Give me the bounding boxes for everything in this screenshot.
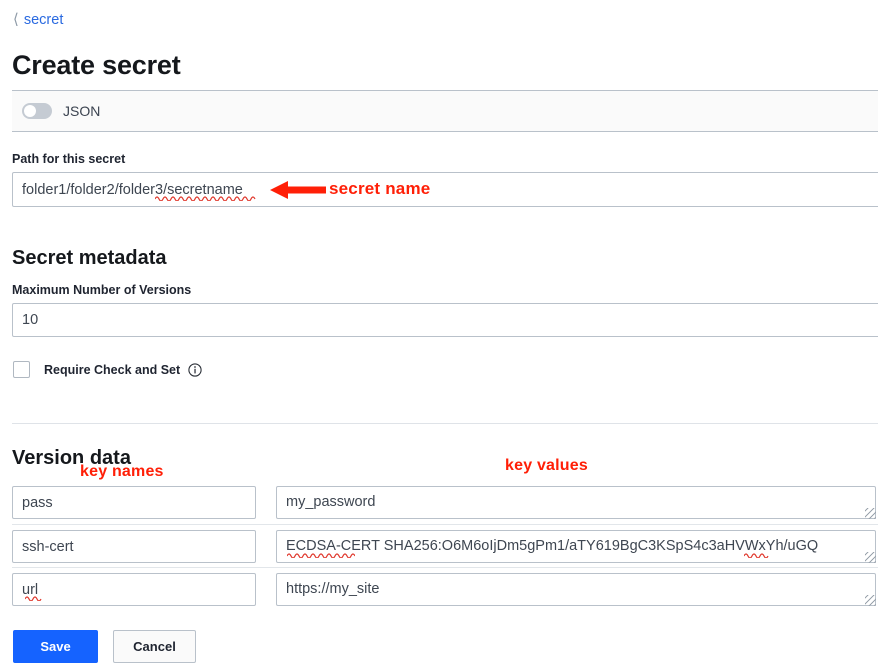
version-key-input[interactable] — [12, 530, 256, 563]
row-separator — [12, 524, 878, 525]
path-field-label: Path for this secret — [12, 152, 126, 166]
require-check-and-set-checkbox[interactable] — [13, 361, 30, 378]
save-button[interactable]: Save — [13, 630, 98, 663]
create-secret-page: ⟨ secret Create secret JSON Path for thi… — [0, 0, 878, 672]
chevron-left-icon: ⟨ — [13, 10, 19, 28]
annotation-secret-name: secret name — [329, 179, 431, 198]
cancel-button[interactable]: Cancel — [113, 630, 196, 663]
max-versions-label: Maximum Number of Versions — [12, 283, 192, 297]
version-value-textarea[interactable] — [276, 530, 876, 563]
breadcrumb-link-secret[interactable]: secret — [24, 12, 64, 28]
secret-metadata-heading: Secret metadata — [12, 247, 167, 269]
section-divider — [12, 423, 878, 424]
toggle-knob — [24, 105, 36, 117]
version-key-input[interactable] — [12, 486, 256, 519]
require-check-and-set-row[interactable]: Require Check and Set — [13, 361, 202, 378]
json-toggle-panel: JSON — [12, 90, 878, 132]
version-value-textarea[interactable] — [276, 573, 876, 606]
annotation-key-names: key names — [80, 463, 164, 480]
form-actions: Save Cancel — [13, 630, 196, 663]
require-check-and-set-label: Require Check and Set — [44, 362, 181, 377]
path-input[interactable] — [12, 172, 878, 207]
json-toggle-switch[interactable] — [22, 103, 52, 119]
row-separator — [12, 567, 878, 568]
version-key-input[interactable] — [12, 573, 256, 606]
breadcrumb[interactable]: ⟨ secret — [13, 10, 64, 29]
info-circle-icon[interactable] — [188, 362, 202, 377]
max-versions-input[interactable] — [12, 303, 878, 337]
version-value-textarea[interactable] — [276, 486, 876, 519]
left-arrow-icon — [270, 181, 326, 199]
annotation-key-values: key values — [505, 457, 588, 474]
json-toggle-label: JSON — [63, 103, 101, 119]
page-title: Create secret — [12, 50, 181, 80]
